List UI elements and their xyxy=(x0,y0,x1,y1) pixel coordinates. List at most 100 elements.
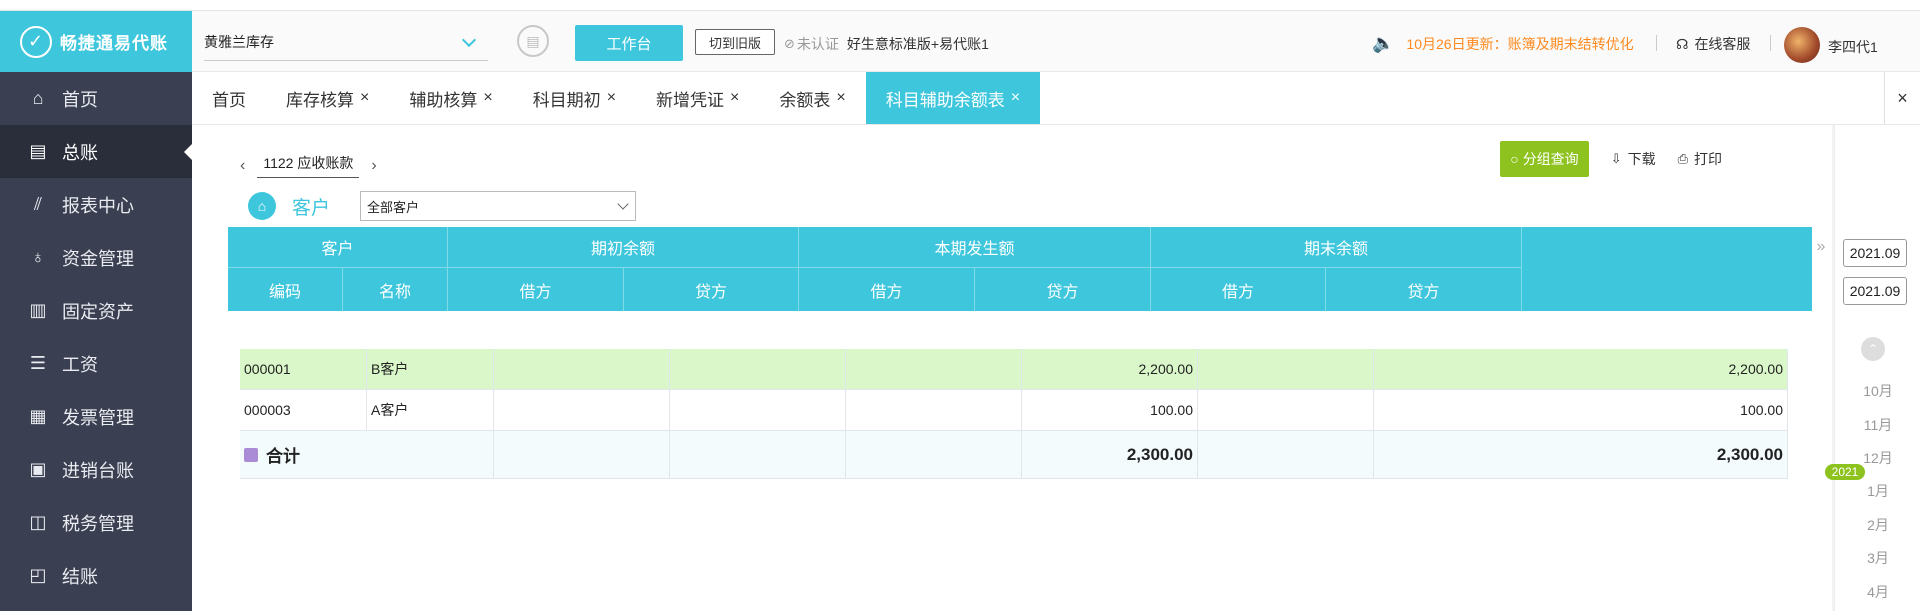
online-service-link[interactable]: ☊ 在线客服 xyxy=(1676,34,1750,54)
sidebar-item-0[interactable]: ⌂ 首页 xyxy=(0,72,192,125)
month-item[interactable]: 1月 xyxy=(1835,481,1920,501)
total-period_credit: 2,300.00 xyxy=(1022,431,1198,478)
edition-text: 好生意标准版+易代账1 xyxy=(846,36,989,52)
column-header[interactable]: 借方 xyxy=(1151,268,1326,311)
tab-label: 新增凭证 xyxy=(656,90,725,110)
cell-open_debit xyxy=(494,349,670,389)
group-header: 期初余额 xyxy=(448,227,799,268)
filter-row: ⌂ 客户 全部客户 xyxy=(248,191,636,221)
tab-bar: 首页 库存核算 × 辅助核算 × 科目期初 × 新增凭证 × 余额表 × 科目辅助余额表 × × xyxy=(192,72,1920,125)
close-icon[interactable]: × xyxy=(1011,89,1020,107)
switch-old-version-button[interactable]: 切到旧版 xyxy=(695,29,775,55)
chevron-right-icon[interactable]: › xyxy=(363,157,384,175)
table-row[interactable]: 000003 A客户 100.00 100.00 xyxy=(240,390,1788,431)
table-row[interactable]: 000001 B客户 2,200.00 2,200.00 xyxy=(240,349,1788,390)
tab-6[interactable]: 科目辅助余额表 × xyxy=(865,72,1041,124)
tab-3[interactable]: 科目期初 × xyxy=(513,72,636,124)
chevron-down-icon xyxy=(461,32,477,47)
main-content: ‹ 1122 应收账款 › ○ 分组查询 ⇩ 下载 ⎙ 打印 ⌂ 客户 全部客户 xyxy=(192,125,1920,611)
account-select[interactable]: 1122 应收账款 xyxy=(257,153,360,178)
chevron-left-icon[interactable]: ‹ xyxy=(232,157,253,175)
download-button[interactable]: ⇩ 下载 xyxy=(1611,149,1656,169)
group-query-label: 分组查询 xyxy=(1522,151,1579,167)
sidebar-item-label: 税务管理 xyxy=(62,513,134,534)
print-button[interactable]: ⎙ 打印 xyxy=(1678,149,1722,169)
notice-text: 10月26日更新：账簿及期末结转优化 xyxy=(1406,35,1634,52)
sidebar-item-8[interactable]: ◫ 税务管理 xyxy=(0,496,192,549)
scroll-up-icon[interactable]: ⌃ xyxy=(1861,337,1885,361)
month-item[interactable]: 10月 xyxy=(1835,381,1920,401)
close-icon: × xyxy=(1897,87,1908,108)
certification-status[interactable]: ⊘ 未认证 好生意标准版+易代账1 xyxy=(784,34,989,54)
chevron-down-icon xyxy=(617,198,629,210)
total-period_debit xyxy=(846,431,1022,478)
chart-icon: ⫽ xyxy=(33,194,43,214)
sidebar-item-1[interactable]: ▤ 总账 xyxy=(0,125,192,178)
tab-0[interactable]: 首页 xyxy=(192,72,266,124)
home-icon[interactable]: ⌂ xyxy=(248,192,276,220)
group-query-button[interactable]: ○ 分组查询 xyxy=(1500,141,1589,177)
month-item[interactable]: 3月 xyxy=(1835,548,1920,568)
sidebar-item-7[interactable]: ▣ 进销台账 xyxy=(0,443,192,496)
sidebar-item-3[interactable]: ♁ 资金管理 xyxy=(0,231,192,284)
workbench-button[interactable]: 工作台 xyxy=(575,25,683,61)
close-icon[interactable]: × xyxy=(730,89,739,107)
sidebar-item-6[interactable]: ▦ 发票管理 xyxy=(0,390,192,443)
table-header: 客户 期初余额 本期发生额 期末余额 编码 名称 借方 贷方 借方 贷方 借方 贷方 xyxy=(228,227,1812,311)
column-header[interactable]: 借方 xyxy=(799,268,975,311)
building-icon: ▥ xyxy=(29,300,47,320)
tab-4[interactable]: 新增凭证 × xyxy=(636,72,759,124)
total-row: 合计 2,300.00 2,300.00 xyxy=(240,431,1788,479)
report-toolbar: ○ 分组查询 ⇩ 下载 ⎙ 打印 xyxy=(1500,141,1722,177)
username[interactable]: 李四代1 xyxy=(1828,37,1878,57)
close-icon[interactable]: × xyxy=(360,89,369,107)
ledger-icon: ▤ xyxy=(29,141,47,161)
customer-filter-select[interactable]: 全部客户 xyxy=(360,191,636,221)
sidebar-item-5[interactable]: ☰ 工资 xyxy=(0,337,192,390)
sidebar-item-4[interactable]: ▥ 固定资产 xyxy=(0,284,192,337)
sidebar-item-2[interactable]: ⫽ 报表中心 xyxy=(0,178,192,231)
close-all-tabs-button[interactable]: × xyxy=(1884,72,1920,124)
total-icon xyxy=(244,447,258,462)
tab-label: 库存核算 xyxy=(286,90,354,110)
close-icon[interactable]: × xyxy=(836,89,845,107)
column-header[interactable]: 编码 xyxy=(228,268,343,311)
column-header[interactable]: 名称 xyxy=(343,268,448,311)
total-end_debit xyxy=(1198,431,1374,478)
divider xyxy=(1656,35,1657,51)
cell-open_credit xyxy=(670,390,846,430)
logo-text: 畅捷通易代账 xyxy=(60,34,168,53)
column-header[interactable]: 贷方 xyxy=(624,268,799,311)
sidebar-item-label: 资金管理 xyxy=(62,248,134,269)
close-icon[interactable]: × xyxy=(607,89,616,107)
period-start[interactable]: 2021.09 xyxy=(1843,239,1907,267)
year-badge: 2021 xyxy=(1825,464,1865,480)
top-header: 黄雅兰库存 ▤ 工作台 切到旧版 ⊘ 未认证 好生意标准版+易代账1 🔈 10月… xyxy=(192,11,1920,72)
cell-name: A客户 xyxy=(367,390,494,430)
month-item[interactable]: 11月 xyxy=(1835,415,1920,435)
account-navigator: ‹ 1122 应收账款 › xyxy=(232,153,385,178)
cell-open_debit xyxy=(494,390,670,430)
sidebar-item-9[interactable]: ◰ 结账 xyxy=(0,549,192,602)
month-item[interactable]: 2月 xyxy=(1835,515,1920,535)
tab-5[interactable]: 余额表 × xyxy=(759,72,865,124)
close-icon[interactable]: × xyxy=(483,89,492,107)
app-logo[interactable]: ✓ 畅捷通易代账 xyxy=(0,11,192,72)
month-item[interactable]: 4月 xyxy=(1835,582,1920,602)
calendar-icon[interactable]: ▤ xyxy=(517,25,549,57)
column-header[interactable]: 贷方 xyxy=(975,268,1151,311)
invoice-icon: ▦ xyxy=(29,406,47,426)
company-select[interactable]: 黄雅兰库存 xyxy=(204,23,488,61)
period-end[interactable]: 2021.09 xyxy=(1843,277,1907,305)
column-header[interactable]: 贷方 xyxy=(1326,268,1522,311)
tab-1[interactable]: 库存核算 × xyxy=(266,72,389,124)
printer-icon: ⎙ xyxy=(1677,151,1688,166)
logo-mark-icon: ✓ xyxy=(20,25,52,58)
tab-2[interactable]: 辅助核算 × xyxy=(389,72,512,124)
expand-panel-icon[interactable]: » xyxy=(1810,229,1832,265)
cell-end_debit xyxy=(1198,390,1374,430)
column-header[interactable]: 借方 xyxy=(448,268,624,311)
cell-code: 000001 xyxy=(240,349,367,389)
avatar[interactable] xyxy=(1784,27,1820,63)
update-notice[interactable]: 🔈 10月26日更新：账簿及期末结转优化 xyxy=(1372,33,1634,54)
